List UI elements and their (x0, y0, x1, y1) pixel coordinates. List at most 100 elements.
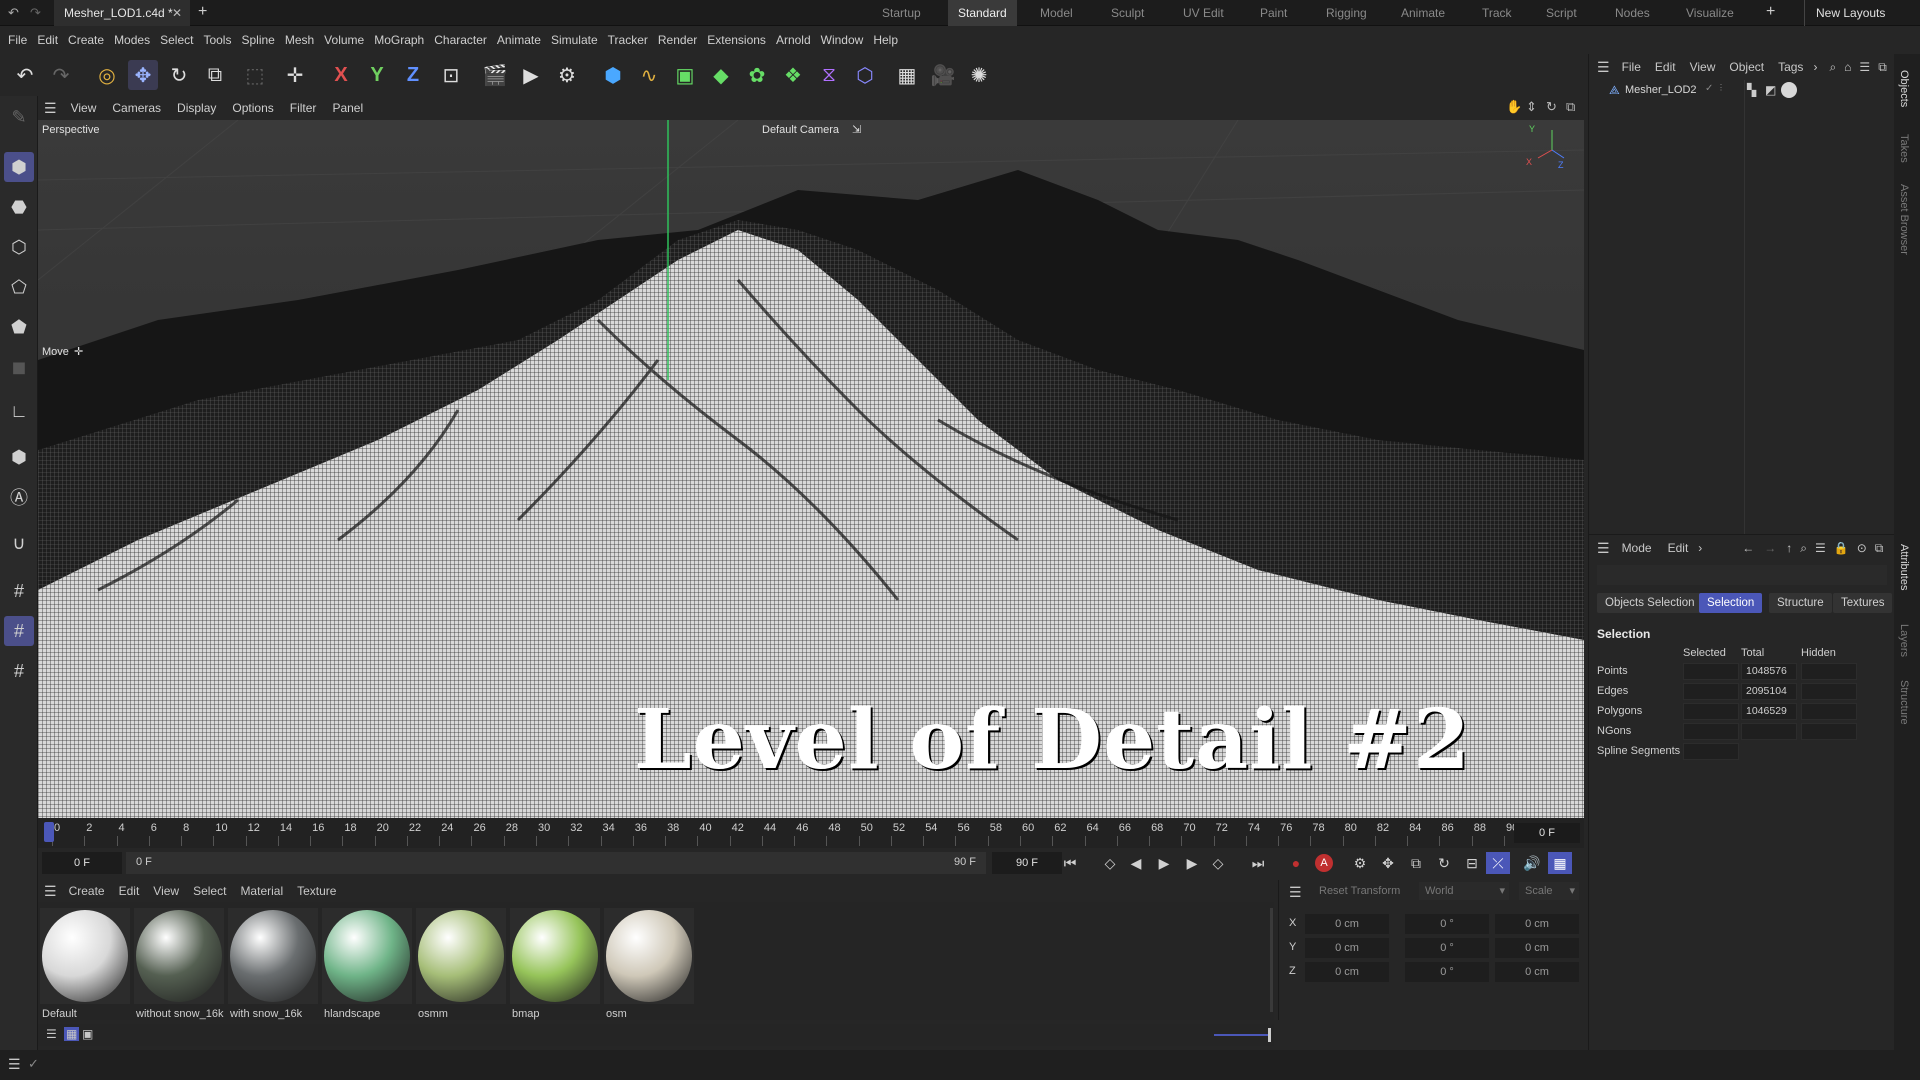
render-view-icon[interactable]: ▶ (516, 60, 546, 90)
quantize-icon[interactable]: # (4, 656, 34, 686)
chevron-right-icon[interactable]: › (1698, 541, 1702, 555)
dolly-view-icon[interactable]: ⇕ (1526, 99, 1537, 115)
material-swatch[interactable]: Default (40, 908, 130, 1020)
material-hamburger-icon[interactable]: ☰ (44, 883, 57, 900)
tab-structure[interactable]: Structure (1769, 593, 1832, 613)
axis-mode-icon[interactable]: ∟ (4, 396, 34, 426)
up-arrow-icon[interactable]: ↑ (1786, 541, 1792, 555)
menu-extensions[interactable]: Extensions (707, 33, 766, 47)
target-icon[interactable]: ⊙ (1857, 541, 1867, 555)
move-tool-icon[interactable]: ✥ (128, 60, 158, 90)
menu-mesh[interactable]: Mesh (285, 33, 314, 47)
layout-sculpt[interactable]: Sculpt (1111, 0, 1144, 26)
menu-tracker[interactable]: Tracker (608, 33, 648, 47)
sound-icon[interactable]: 🔊 (1520, 852, 1544, 874)
menu-render[interactable]: Render (658, 33, 697, 47)
end-frame-field[interactable]: 90 F (992, 852, 1062, 874)
floor-grid-icon[interactable]: ▦ (892, 60, 922, 90)
record-icon[interactable]: ● (1284, 852, 1308, 874)
texture-mode-icon[interactable]: ⬣ (4, 192, 34, 222)
menu-modes[interactable]: Modes (114, 33, 150, 47)
timeline-mode-icon[interactable]: ▦ (1548, 852, 1572, 874)
menu-edit[interactable]: Edit (37, 33, 58, 47)
make-editable-icon[interactable]: ✎ (4, 102, 34, 132)
rotate-view-icon[interactable]: ↻ (1546, 99, 1557, 115)
side-tab-layers[interactable]: Layers (1898, 624, 1910, 657)
search-icon[interactable]: ⌕ (1800, 541, 1807, 556)
material-swatch[interactable]: bmap (510, 908, 600, 1020)
menu-file[interactable]: File (8, 33, 27, 47)
viewport-menu-filter[interactable]: Filter (290, 101, 317, 115)
document-tab[interactable]: Mesher_LOD1.c4d * ✕ (54, 0, 190, 26)
coordinate-mode-select[interactable]: Scale ▾ (1519, 882, 1579, 900)
menu-character[interactable]: Character (434, 33, 487, 47)
menu-arnold[interactable]: Arnold (776, 33, 811, 47)
axis-tool-icon[interactable]: ✛ (280, 60, 310, 90)
maximize-view-icon[interactable]: ⧉ (1566, 99, 1575, 115)
field-icon[interactable]: ⬡ (850, 60, 880, 90)
coord-size-field[interactable]: 0 cm (1495, 962, 1579, 982)
new-layouts-button[interactable]: New Layouts (1816, 0, 1885, 26)
icon-size-handle[interactable] (1268, 1028, 1271, 1042)
material-scrollbar[interactable] (1270, 908, 1273, 1012)
search-icon[interactable]: ⌕ (1829, 60, 1836, 75)
play-icon[interactable]: ▶ (1152, 852, 1176, 874)
workplane-snap-icon[interactable]: # (4, 616, 34, 646)
objects-menu-view[interactable]: View (1690, 60, 1716, 74)
coord-position-field[interactable]: 0 cm (1305, 938, 1389, 958)
subdivision-icon[interactable]: ▣ (670, 60, 700, 90)
side-tab-takes[interactable]: Takes (1898, 134, 1910, 163)
chevron-right-icon[interactable]: › (1813, 60, 1817, 74)
material-swatch[interactable]: hlandscape (322, 908, 412, 1020)
menu-volume[interactable]: Volume (324, 33, 364, 47)
uvw-tag-icon[interactable]: ◩ (1765, 83, 1776, 97)
keyframe-settings-icon[interactable]: ⚙ (1348, 852, 1372, 874)
menu-create[interactable]: Create (68, 33, 104, 47)
viewport-menu-cameras[interactable]: Cameras (112, 101, 161, 115)
add-layout-icon[interactable]: + (1766, 3, 1775, 21)
material-swatch[interactable]: osm (604, 908, 694, 1020)
coord-position-field[interactable]: 0 cm (1305, 962, 1389, 982)
material-swatch[interactable]: without snow_16k (134, 908, 224, 1020)
solo-mode-icon[interactable]: ⬢ (4, 442, 34, 472)
volume-icon[interactable]: ❖ (778, 60, 808, 90)
tab-selection[interactable]: Selection (1699, 593, 1763, 613)
goto-end-icon[interactable]: ⏭ (1246, 852, 1270, 874)
spline-pen-icon[interactable]: ∿ (634, 60, 664, 90)
pan-view-icon[interactable]: ✋ (1506, 99, 1522, 115)
autokey-icon[interactable]: A (1312, 852, 1336, 874)
key-param-icon[interactable]: ⊟ (1460, 852, 1484, 874)
list-view-icon[interactable]: ☰ (46, 1027, 57, 1041)
coord-rotation-field[interactable]: 0 ° (1405, 938, 1489, 958)
material-menu-edit[interactable]: Edit (119, 884, 140, 898)
attributes-menu-mode[interactable]: Mode (1622, 541, 1652, 555)
deformer-icon[interactable]: ⧖ (814, 60, 844, 90)
coord-size-field[interactable]: 0 cm (1495, 938, 1579, 958)
key-position-icon[interactable]: ✥ (1376, 852, 1400, 874)
tab-objects-selection[interactable]: Objects Selection (1597, 593, 1703, 613)
objects-menu-edit[interactable]: Edit (1655, 60, 1676, 74)
filter-icon[interactable]: ☰ (1815, 541, 1826, 555)
side-tab-objects[interactable]: Objects (1898, 70, 1910, 107)
uv-mode-icon[interactable]: ◼ (4, 352, 34, 382)
menu-simulate[interactable]: Simulate (551, 33, 598, 47)
coord-hamburger-icon[interactable]: ☰ (1289, 884, 1302, 901)
material-tag-icon[interactable] (1781, 82, 1797, 98)
key-pla-icon[interactable]: ⤫ (1486, 852, 1510, 874)
tab-textures[interactable]: Textures (1833, 593, 1893, 613)
layout-paint[interactable]: Paint (1260, 0, 1287, 26)
grid-view-icon[interactable]: ▦ (64, 1027, 80, 1041)
transform-tool-icon[interactable]: ⬚ (240, 60, 270, 90)
status-hamburger-icon[interactable]: ☰ (8, 1056, 21, 1073)
layout-script[interactable]: Script (1546, 0, 1577, 26)
coord-rotation-field[interactable]: 0 ° (1405, 914, 1489, 934)
edges-mode-icon[interactable]: ⬠ (4, 272, 34, 302)
camera-label[interactable]: Default Camera (762, 124, 839, 136)
phong-tag-icon[interactable]: ▚ (1747, 83, 1756, 97)
lock-x-icon[interactable]: X (326, 60, 356, 90)
visibility-dots-icon[interactable]: ⋮ (1717, 83, 1725, 92)
redo-icon[interactable]: ↷ (46, 60, 76, 90)
layout-uv-edit[interactable]: UV Edit (1183, 0, 1224, 26)
rotate-tool-icon[interactable]: ↻ (164, 60, 194, 90)
material-menu-view[interactable]: View (153, 884, 179, 898)
